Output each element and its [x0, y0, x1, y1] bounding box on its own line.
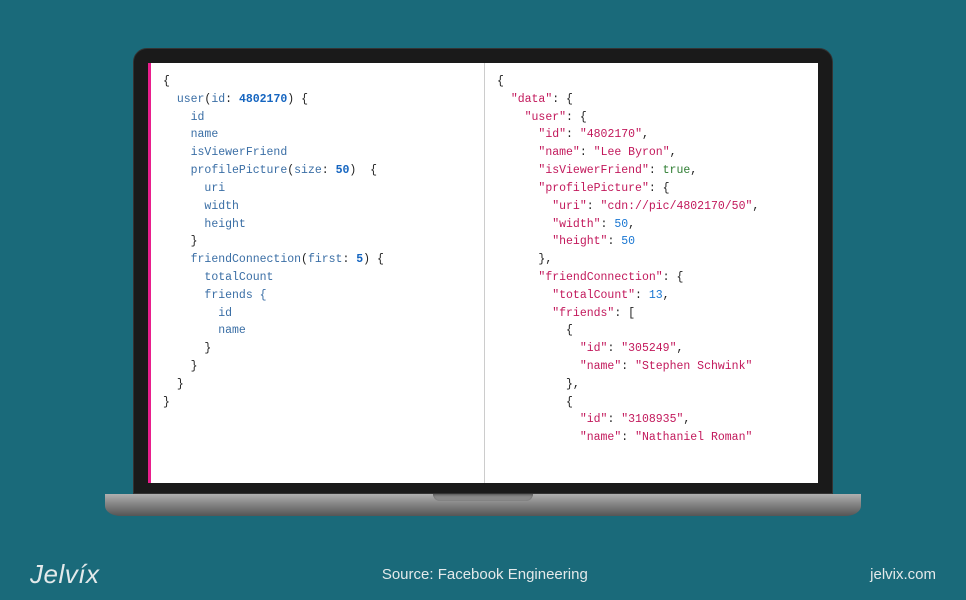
- laptop-base: [105, 494, 861, 516]
- query-user-id: 4802170: [239, 93, 287, 106]
- footer: Jelvíx Source: Facebook Engineering jelv…: [0, 548, 966, 600]
- site-url: jelvix.com: [870, 566, 936, 583]
- resp-friend-0-name: "Stephen Schwink": [635, 360, 752, 373]
- resp-user-id: "4802170": [580, 128, 642, 141]
- query-pic-size: 50: [336, 164, 350, 177]
- resp-user-name: "Lee Byron": [594, 146, 670, 159]
- source-credit: Source: Facebook Engineering: [382, 566, 588, 583]
- resp-friend-1-name: "Nathaniel Roman": [635, 431, 752, 444]
- screen: { user(id: 4802170) { id name isViewerFr…: [148, 63, 818, 483]
- resp-pic-uri: "cdn://pic/4802170/50": [601, 200, 753, 213]
- resp-isviewerfriend: true: [663, 164, 691, 177]
- response-pane: { "data": { "user": { "id": "4802170", "…: [485, 63, 818, 483]
- resp-pic-height: 50: [621, 235, 635, 248]
- resp-totalcount: 13: [649, 289, 663, 302]
- trackpad-notch: [433, 494, 533, 501]
- query-pane: { user(id: 4802170) { id name isViewerFr…: [151, 63, 485, 483]
- resp-friend-0-id: "305249": [621, 342, 676, 355]
- brand-logo: Jelvíx: [30, 559, 99, 590]
- resp-friend-1-id: "3108935": [621, 413, 683, 426]
- screen-bezel: { user(id: 4802170) { id name isViewerFr…: [133, 48, 833, 494]
- laptop-mock: { user(id: 4802170) { id name isViewerFr…: [133, 48, 833, 516]
- resp-pic-width: 50: [614, 218, 628, 231]
